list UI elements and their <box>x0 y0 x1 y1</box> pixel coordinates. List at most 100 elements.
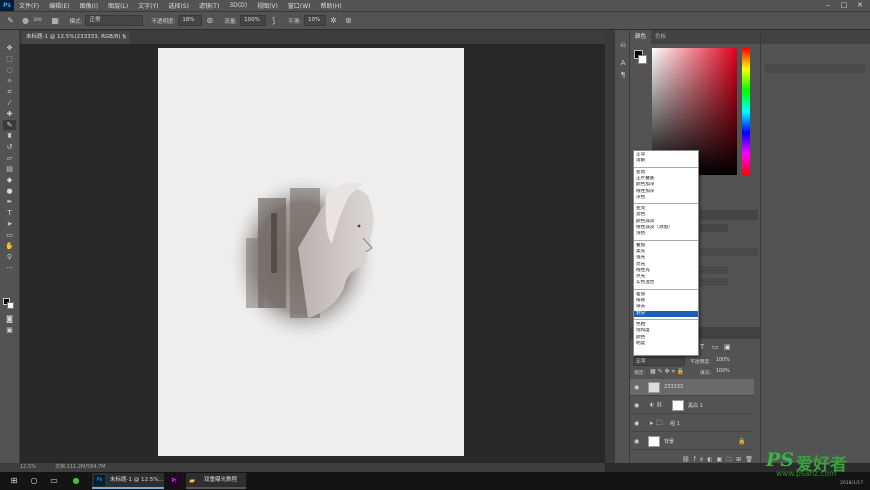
taskbar-folder-app[interactable]: ▰ 双重曝光教程 <box>186 473 246 489</box>
blend-mode-option[interactable]: 正片叠底 <box>634 176 698 182</box>
blend-mode-option[interactable]: 强光 <box>634 255 698 261</box>
stamp-tool-icon[interactable]: ♜ <box>3 131 16 141</box>
dock-search-field[interactable] <box>765 64 865 73</box>
airbrush-icon[interactable]: ⟆ <box>268 15 279 26</box>
gradient-tool-icon[interactable]: ▤ <box>3 164 16 174</box>
tab-color[interactable]: 颜色 <box>630 30 652 44</box>
blend-mode-option[interactable]: 叠加 <box>634 243 698 249</box>
blend-mode-option[interactable]: 点光 <box>634 274 698 280</box>
maximize-icon[interactable]: □ <box>836 0 852 11</box>
menu-view[interactable]: 视图(V) <box>252 1 283 10</box>
layers-footer-icons[interactable]: ⛓fx◐▣🗀⊞🗑 <box>682 455 757 465</box>
layer-row[interactable]: ◉ ◐ ⛓ 黑白 1 <box>630 397 754 414</box>
menu-file[interactable]: 文件(F) <box>14 1 44 10</box>
blend-mode-option[interactable]: 变亮 <box>634 206 698 212</box>
hand-tool-icon[interactable]: ✋ <box>3 241 16 251</box>
blend-mode-dropdown[interactable]: 正常 溶解 变暗 正片叠底 颜色加深 线性加深 深色 变亮 滤色 颜色减淡 线性减淡（添加） 浅色 叠加… <box>633 150 699 356</box>
screen-mode-icon[interactable]: ▣ <box>3 325 16 335</box>
close-icon[interactable]: ✕ <box>852 0 868 11</box>
pressure-opacity-icon[interactable]: ⊛ <box>204 15 215 26</box>
smoothing-input[interactable]: 10% <box>304 15 327 26</box>
blend-mode-option[interactable]: 色相 <box>634 322 698 328</box>
blend-mode-option[interactable]: 线性加深 <box>634 189 698 195</box>
zoom-level[interactable]: 12.5% <box>20 463 36 472</box>
menu-edit[interactable]: 编辑(E) <box>44 1 74 10</box>
eraser-tool-icon[interactable]: ▱ <box>3 153 16 163</box>
blend-mode-option[interactable]: 排除 <box>634 298 698 304</box>
windows-start-icon[interactable]: ⊞ <box>8 475 20 487</box>
filter-shape-icon[interactable]: ▭ <box>712 343 719 351</box>
brush-panel-icon[interactable]: ▦ <box>50 15 61 26</box>
document-tab[interactable]: 未标题-1 @ 12.5%(233333, RGB/8) * × <box>22 31 130 44</box>
eye-icon[interactable]: ◉ <box>634 402 642 409</box>
menu-select[interactable]: 选择(S) <box>163 1 194 10</box>
eyedropper-tool-icon[interactable]: ⁄ <box>3 98 16 108</box>
task-view-icon[interactable]: ▭ <box>48 475 60 487</box>
more-tools-icon[interactable]: ··· <box>3 263 16 273</box>
blend-mode-option[interactable]: 划分 <box>634 310 698 317</box>
search-icon[interactable]: ○ <box>28 475 40 487</box>
character-panel-icon[interactable]: A <box>618 58 628 68</box>
flow-input[interactable]: 100% <box>240 15 267 26</box>
dodge-tool-icon[interactable]: ● <box>3 186 16 196</box>
pressure-size-icon[interactable]: ⊛ <box>343 15 354 26</box>
lock-icons[interactable]: ▦ ✎ ✥ ⌗ 🔒 <box>650 368 684 376</box>
blend-mode-option[interactable]: 减去 <box>634 304 698 310</box>
eye-icon[interactable]: ◉ <box>634 420 642 427</box>
blend-mode-option[interactable]: 明度 <box>634 341 698 347</box>
hue-slider[interactable] <box>742 48 750 175</box>
path-select-icon[interactable]: ➤ <box>3 219 16 229</box>
menu-type[interactable]: 文字(Y) <box>133 1 163 10</box>
taskbar-photoshop-app[interactable]: Ps 未标题-1 @ 12.5%... <box>92 473 164 489</box>
browser-icon[interactable]: ● <box>70 475 82 487</box>
brush-tool-icon[interactable]: ✎ <box>5 15 16 26</box>
blend-mode-option[interactable]: 差值 <box>634 292 698 298</box>
paragraph-panel-icon[interactable]: ¶ <box>618 70 628 80</box>
zoom-tool-icon[interactable]: ⚲ <box>3 252 16 262</box>
blend-mode-option[interactable]: 线性减淡（添加） <box>634 225 698 231</box>
blend-mode-option[interactable]: 浅色 <box>634 231 698 237</box>
crop-tool-icon[interactable]: ⌗ <box>3 87 16 97</box>
tab-close-icon[interactable]: × <box>122 31 127 44</box>
blend-mode-option[interactable]: 溶解 <box>634 158 698 164</box>
eye-icon[interactable]: ◉ <box>634 438 642 445</box>
quick-mask-icon[interactable]: ◙ <box>3 314 16 324</box>
marquee-tool-icon[interactable]: ⬚ <box>3 54 16 64</box>
document-canvas[interactable] <box>158 48 464 456</box>
menu-help[interactable]: 帮助(H) <box>316 1 347 10</box>
brush-tool-icon[interactable]: ✎ <box>3 120 16 130</box>
pen-tool-icon[interactable]: ✒ <box>3 197 16 207</box>
healing-brush-icon[interactable]: ✚ <box>3 109 16 119</box>
filter-type-icon[interactable]: T <box>700 343 704 351</box>
fill-value[interactable]: 100% <box>716 369 730 374</box>
blend-mode-option[interactable]: 饱和度 <box>634 328 698 334</box>
menu-image[interactable]: 图像(I) <box>75 1 103 10</box>
lasso-tool-icon[interactable]: ◌ <box>3 65 16 75</box>
magic-wand-icon[interactable]: ✧ <box>3 76 16 86</box>
menu-3d[interactable]: 3D(D) <box>224 2 252 9</box>
eye-icon[interactable]: ◉ <box>634 384 642 391</box>
menu-layer[interactable]: 图层(L) <box>103 1 133 10</box>
history-panel-icon[interactable]: ⎌ <box>618 40 628 50</box>
rectangle-tool-icon[interactable]: ▭ <box>3 230 16 240</box>
layer-opacity-value[interactable]: 100% <box>716 358 730 363</box>
blend-mode-option[interactable]: 亮光 <box>634 262 698 268</box>
blend-mode-option[interactable]: 深色 <box>634 195 698 201</box>
blur-tool-icon[interactable]: ◆ <box>3 175 16 185</box>
blend-mode-option[interactable]: 颜色 <box>634 335 698 341</box>
type-tool-icon[interactable]: T <box>3 208 16 218</box>
layer-row[interactable]: ◉ 233333 <box>630 379 754 396</box>
blend-mode-option[interactable]: 实色混合 <box>634 280 698 286</box>
blend-mode-option[interactable]: 正常 <box>634 152 698 158</box>
premiere-icon[interactable]: Pr <box>168 475 180 487</box>
brush-preset-icon[interactable]: ● <box>20 15 31 26</box>
settings-gear-icon[interactable]: ✲ <box>328 15 339 26</box>
minimize-icon[interactable]: – <box>820 0 836 11</box>
blend-mode-option[interactable]: 滤色 <box>634 212 698 218</box>
blend-mode-option[interactable]: 颜色加深 <box>634 182 698 188</box>
background-swatch[interactable] <box>7 302 14 309</box>
background-color-swatch[interactable] <box>638 55 647 64</box>
tab-swatches[interactable]: 色板 <box>650 30 671 44</box>
menu-filter[interactable]: 滤镜(T) <box>194 1 224 10</box>
menu-window[interactable]: 窗口(W) <box>283 1 316 10</box>
